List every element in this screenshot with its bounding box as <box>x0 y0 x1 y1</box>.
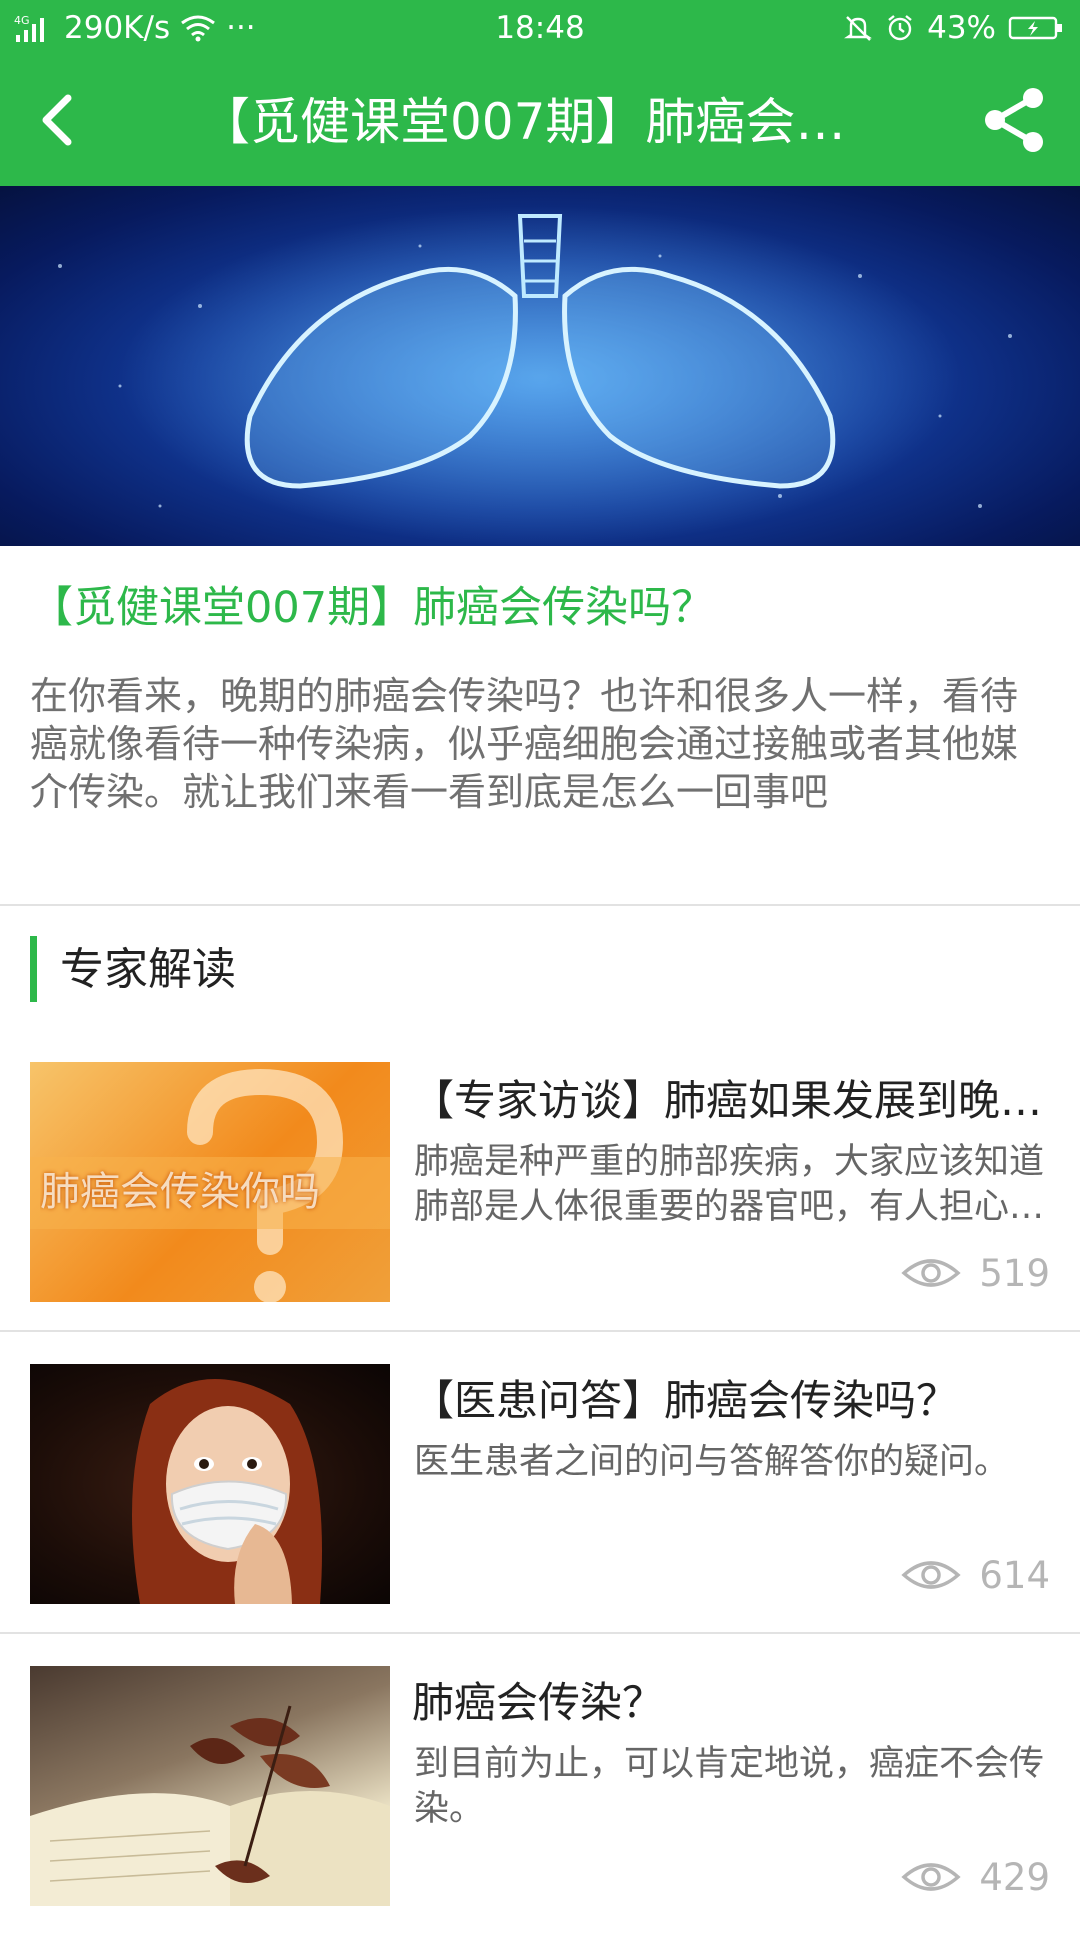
list-item[interactable]: 肺癌会传染？ 到目前为止，可以肯定地说，癌症不会传染。 429 <box>0 1634 1080 1934</box>
app-bar: 【觅健课堂007期】肺癌会传染吗？ <box>0 54 1080 186</box>
thumbnail-caption: 肺癌会传染你吗 <box>40 1169 320 1215</box>
view-count-value: 519 <box>979 1251 1050 1295</box>
item-title: 【医患问答】肺癌会传染吗？ <box>412 1376 959 1425</box>
list-item[interactable]: 【医患问答】肺癌会传染吗？ 医生患者之间的问与答解答你的疑问。 614 <box>0 1332 1080 1634</box>
page-title: 【觅健课堂007期】肺癌会传染吗？ <box>200 93 870 151</box>
eye-icon <box>901 1259 962 1287</box>
item-thumbnail <box>30 1666 390 1906</box>
share-button[interactable] <box>976 82 1052 158</box>
view-count: 429 <box>901 1852 1050 1902</box>
item-description: 医生患者之间的问与答解答你的疑问。 <box>414 1442 1010 1482</box>
view-count: 614 <box>901 1550 1050 1600</box>
view-count: 519 <box>901 1248 1050 1298</box>
item-title: 肺癌会传染？ <box>412 1678 665 1727</box>
item-title: 【专家访谈】肺癌如果发展到晚期会传染吗？ <box>412 1076 1052 1125</box>
section-accent-bar <box>30 936 37 1002</box>
view-count-value: 614 <box>979 1553 1050 1597</box>
status-bar: 4G 290K/s ··· 18:48 43% <box>0 0 1080 54</box>
article-summary: 在你看来，晚期的肺癌会传染吗？也许和很多人一样，看待癌就像看待一种传染病，似乎癌… <box>30 674 1019 814</box>
item-description: 到目前为止，可以肯定地说，癌症不会传染。 <box>414 1744 1045 1829</box>
eye-icon <box>901 1863 962 1891</box>
item-thumbnail <box>30 1364 390 1604</box>
battery-percent: 43% <box>927 10 996 46</box>
back-button[interactable] <box>22 84 94 156</box>
list-item[interactable]: 肺癌会传染你吗 【专家访谈】肺癌如果发展到晚期会传染吗？ 肺癌是种严重的肺部疾病… <box>0 1032 1080 1332</box>
status-bar-right: 43% <box>831 8 1064 48</box>
eye-icon <box>901 1561 962 1589</box>
item-description: 肺癌是种严重的肺部疾病，大家应该知道肺部是人体很重要的器官吧，有人担心肺癌会传染 <box>414 1142 1045 1227</box>
mute-icon <box>843 13 873 43</box>
section-title: 专家解读 <box>60 944 236 995</box>
divider <box>0 904 1080 906</box>
share-icon <box>985 88 1043 152</box>
article-title: 【觅健课堂007期】肺癌会传染吗？ <box>30 583 715 633</box>
view-count-value: 429 <box>979 1855 1050 1899</box>
item-thumbnail: 肺癌会传染你吗 <box>30 1062 390 1302</box>
hero-lungs-image <box>0 186 1080 546</box>
back-arrow-icon <box>42 94 72 146</box>
battery-icon <box>1008 14 1064 42</box>
alarm-icon <box>885 13 915 43</box>
